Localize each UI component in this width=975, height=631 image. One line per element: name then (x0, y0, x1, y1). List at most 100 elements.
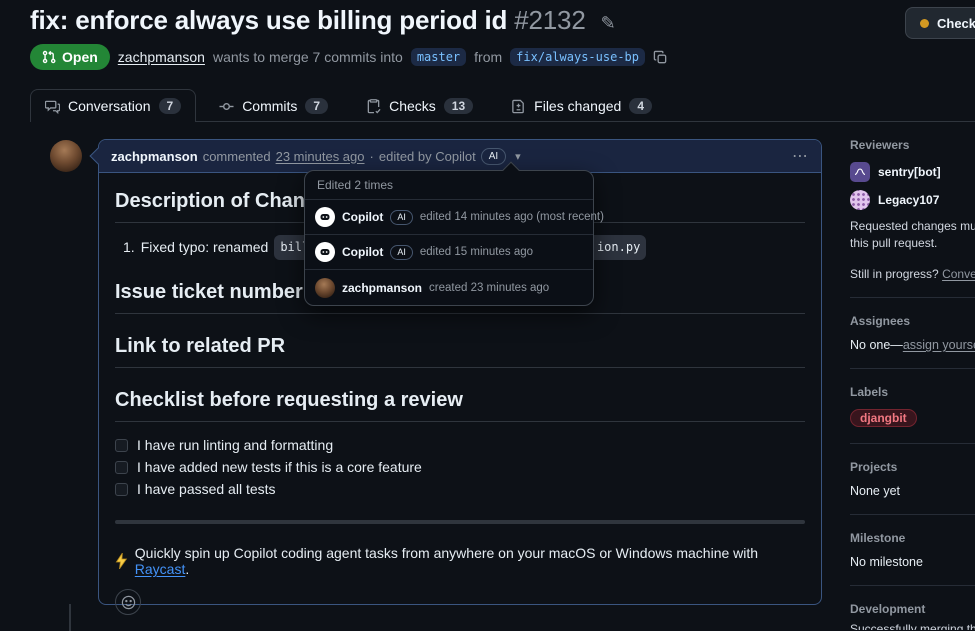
checks-status-label: Check (937, 16, 975, 31)
edit-title-icon[interactable]: ✎ (601, 13, 616, 33)
open-status-badge: Open (30, 44, 110, 70)
checklist-label: I have passed all tests (137, 481, 276, 497)
reviewer-row[interactable]: sentry[bot] (850, 162, 975, 182)
edit-history-title: Edited 2 times (305, 171, 593, 200)
label-djangbit[interactable]: djangbit (850, 409, 917, 427)
reviewer-name: Legacy107 (878, 193, 939, 207)
pr-title-text: fix: enforce always use billing period i… (30, 5, 507, 35)
checkbox[interactable] (115, 461, 128, 474)
tab-count: 7 (305, 98, 328, 114)
ai-badge: AI (481, 148, 506, 165)
promo-line: Quickly spin up Copilot coding agent tas… (115, 545, 805, 577)
tab-label: Checks (389, 98, 436, 114)
entry-text: edited 15 minutes ago (420, 246, 533, 258)
development-heading: Development (850, 602, 975, 616)
progress-text: Still in progress? (850, 267, 939, 281)
entry-text: created 23 minutes ago (429, 282, 549, 294)
pr-author-link[interactable]: zachpmanson (118, 49, 205, 65)
comment-action: commented (203, 149, 271, 164)
sidebar-divider (850, 297, 975, 298)
open-status-label: Open (62, 49, 98, 65)
avatar (850, 190, 870, 210)
reviewers-heading: Reviewers (850, 138, 975, 152)
checklist-icon (366, 99, 381, 114)
no-one-text: No one— (850, 338, 903, 352)
assignees-heading: Assignees (850, 314, 975, 328)
pr-tabbar: Conversation 7 Commits 7 Checks 13 (30, 89, 975, 122)
separator-dot: · (370, 149, 374, 164)
sidebar-divider (850, 514, 975, 515)
checklist-item: I have added new tests if this is a core… (115, 456, 805, 478)
pr-meta-row: Open zachpmanson wants to merge 7 commit… (30, 44, 668, 70)
copy-branch-icon[interactable] (653, 50, 668, 65)
checklist-item: I have passed all tests (115, 478, 805, 500)
edited-by-text: edited by Copilot (379, 149, 476, 164)
tab-files-changed[interactable]: Files changed 4 (496, 89, 667, 122)
raycast-link[interactable]: Raycast (135, 561, 186, 577)
labels-section: Labels djangbit (850, 385, 975, 427)
checkbox[interactable] (115, 483, 128, 496)
checklist-item: I have run linting and formatting (115, 434, 805, 456)
development-partial-text: Successfully merging this (850, 621, 975, 630)
tab-commits[interactable]: Commits 7 (204, 89, 343, 122)
add-reaction-button[interactable] (115, 589, 141, 615)
assignees-section: Assignees No one—assign yourself (850, 314, 975, 352)
edit-history-toggle-icon[interactable]: ▾ (515, 150, 521, 163)
projects-empty: None yet (850, 484, 975, 498)
reviewers-section: Reviewers sentry[bot] Legacy107 Requeste… (850, 138, 975, 281)
ai-badge: AI (390, 210, 413, 225)
pending-dot-icon (920, 19, 929, 28)
edit-history-entry[interactable]: Copilot AI edited 14 minutes ago (most r… (305, 200, 593, 235)
sidebar-divider (850, 585, 975, 586)
base-branch-label[interactable]: master (411, 48, 466, 66)
edit-history-dropdown: Edited 2 times Copilot AI edited 14 minu… (304, 170, 594, 306)
merge-text: wants to merge 7 commits into (213, 49, 403, 65)
promo-suffix: . (185, 561, 189, 577)
head-branch-label[interactable]: fix/always-use-bp (510, 48, 645, 66)
merge-from-text: from (474, 49, 502, 65)
checklist-label: I have added new tests if this is a core… (137, 459, 422, 475)
still-in-progress-line: Still in progress? Convert to draft (850, 267, 975, 281)
comment-options-kebab-icon[interactable]: ⋯ (792, 146, 809, 166)
reviewer-row[interactable]: Legacy107 (850, 190, 975, 210)
edit-history-entry[interactable]: Copilot AI edited 15 minutes ago (305, 235, 593, 270)
tab-label: Commits (242, 98, 297, 114)
promo-text: Quickly spin up Copilot coding agent tas… (135, 545, 758, 561)
comment-header: zachpmanson commented 23 minutes ago · e… (99, 140, 821, 173)
entry-text: edited 14 minutes ago (most recent) (420, 211, 604, 223)
zap-icon (115, 553, 128, 569)
inline-code-end: ion.py (597, 237, 640, 258)
edit-history-entry[interactable]: zachpmanson created 23 minutes ago (305, 270, 593, 305)
sentry-bot-avatar-icon (850, 162, 870, 182)
list-text: Fixed typo: renamed (141, 237, 269, 258)
tab-count: 4 (629, 98, 652, 114)
labels-heading: Labels (850, 385, 975, 399)
entry-name: zachpmanson (342, 281, 422, 295)
tab-count: 7 (159, 98, 182, 114)
entry-name: Copilot (342, 245, 383, 259)
tab-conversation[interactable]: Conversation 7 (30, 89, 196, 122)
assign-yourself-link[interactable]: assign yourself (903, 338, 975, 352)
review-note-line: Requested changes mus (850, 218, 975, 235)
development-section: Development Successfully merging this (850, 602, 975, 630)
sidebar-divider (850, 368, 975, 369)
comment-header-tail (90, 148, 107, 165)
projects-heading: Projects (850, 460, 975, 474)
convert-to-draft-link[interactable]: Convert to draft (942, 267, 975, 281)
checklist: I have run linting and formatting I have… (115, 434, 805, 500)
git-commit-icon (219, 99, 234, 114)
milestone-section: Milestone No milestone (850, 531, 975, 569)
sidebar-divider (850, 443, 975, 444)
checkbox[interactable] (115, 439, 128, 452)
avatar[interactable] (50, 140, 82, 172)
comment-discussion-icon (45, 99, 60, 114)
ai-badge: AI (390, 245, 413, 260)
checks-status-button[interactable]: Check (905, 7, 975, 39)
projects-section: Projects None yet (850, 460, 975, 498)
review-note-line: this pull request. (850, 235, 975, 252)
comment-timestamp-link[interactable]: 23 minutes ago (276, 149, 365, 164)
comment-author[interactable]: zachpmanson (111, 149, 198, 164)
pr-title: fix: enforce always use billing period i… (30, 5, 616, 36)
tab-checks[interactable]: Checks 13 (351, 89, 488, 122)
tab-count: 13 (444, 98, 473, 114)
